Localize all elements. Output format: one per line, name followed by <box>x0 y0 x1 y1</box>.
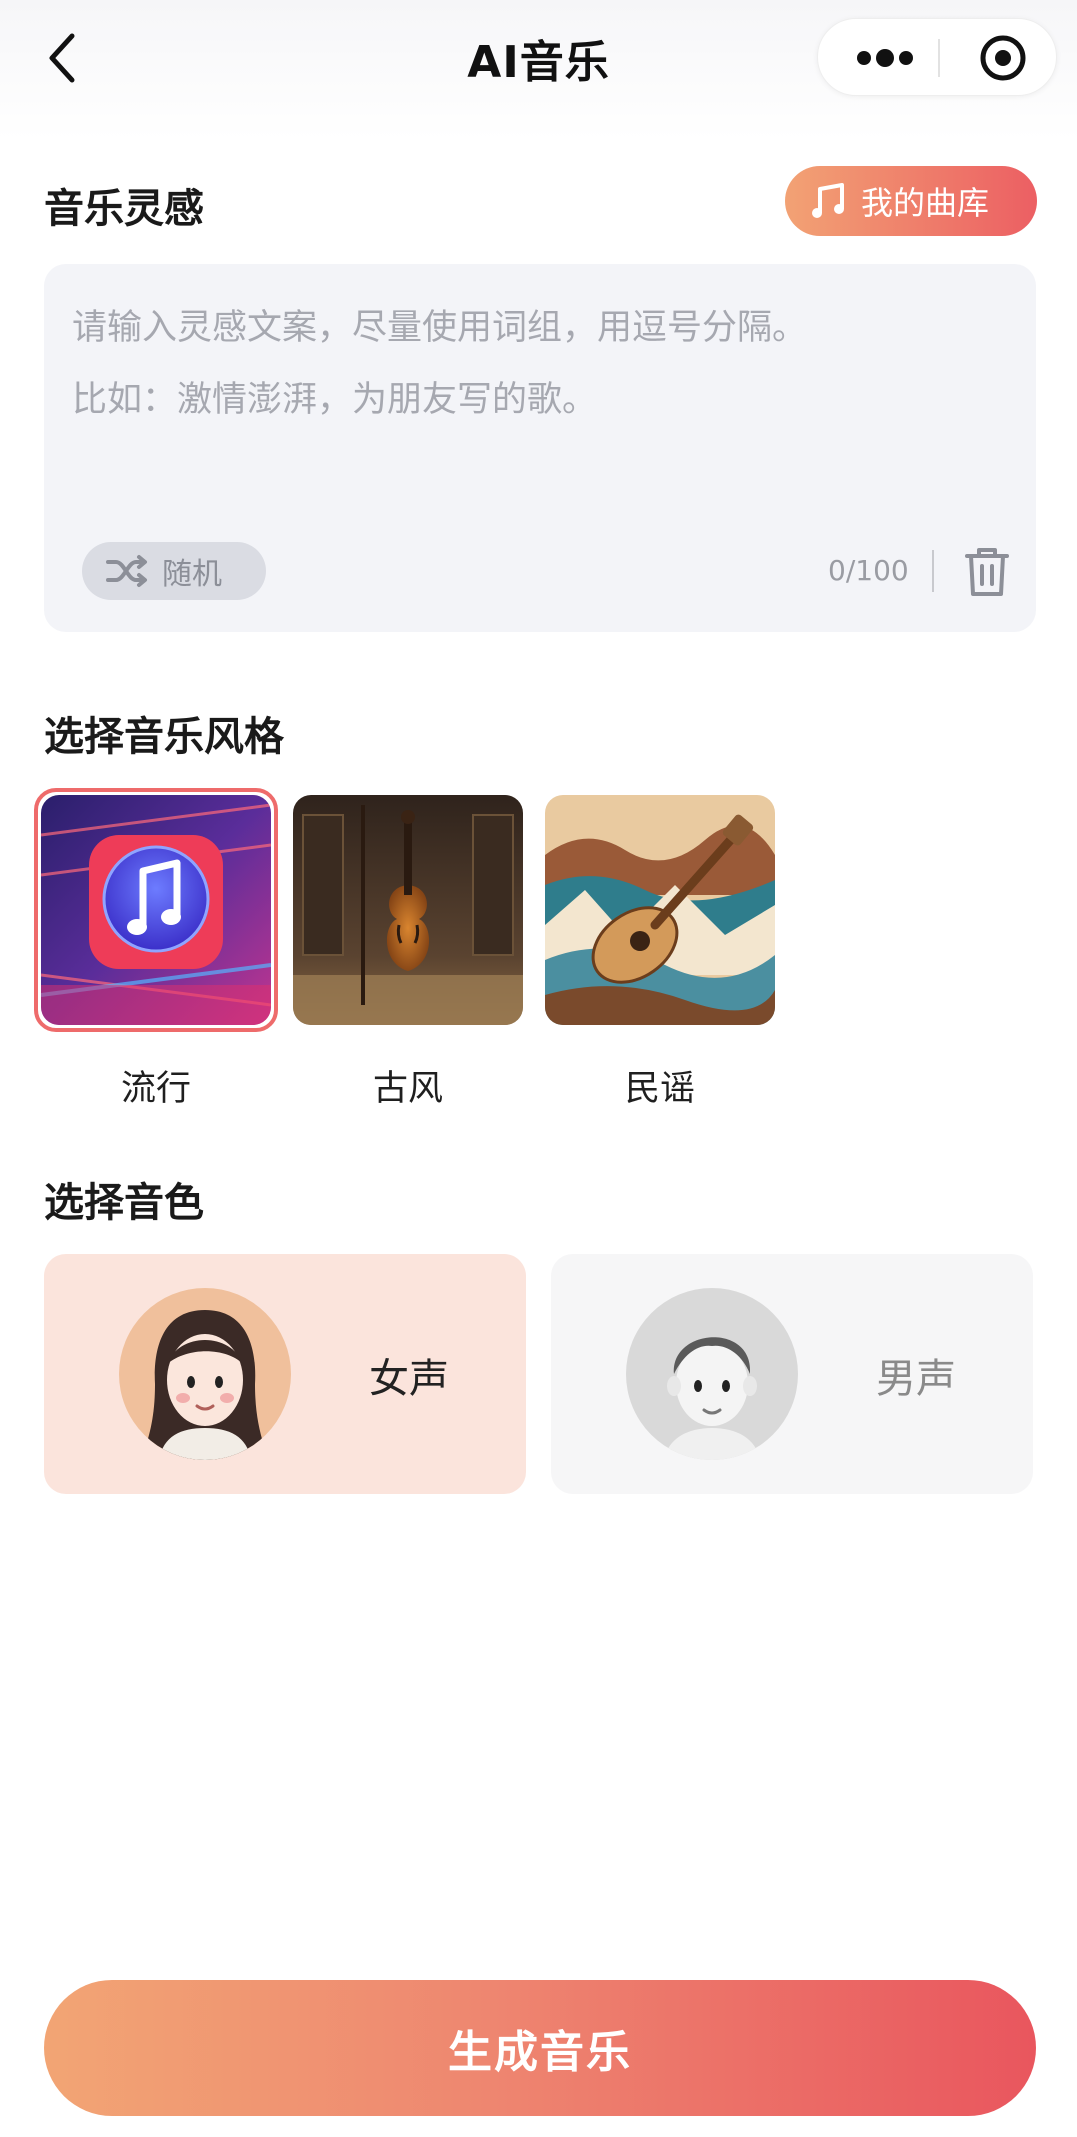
voice-option-female[interactable]: 女声 <box>44 1254 526 1494</box>
counter-divider <box>932 550 934 592</box>
ai-music-page: AI音乐 音乐灵感 我的曲库 请输入灵感文案，尽量使用词组，用逗号分隔。 比如：… <box>0 0 1077 2137</box>
generate-music-button[interactable]: 生成音乐 <box>44 1980 1036 2116</box>
style-option-folk[interactable] <box>540 790 780 1040</box>
inspiration-placeholder: 请输入灵感文案，尽量使用词组，用逗号分隔。 比如：激情澎湃，为朋友写的歌。 <box>72 292 1012 436</box>
placeholder-line-2: 比如：激情澎湃，为朋友写的歌。 <box>72 380 598 420</box>
voice-option-male[interactable]: 男声 <box>551 1254 1033 1494</box>
pop-style-image <box>41 795 271 1025</box>
style-option-ancient[interactable] <box>288 790 528 1040</box>
close-button[interactable] <box>958 19 1048 97</box>
style-label-ancient: 古风 <box>372 1069 443 1109</box>
my-library-label: 我的曲库 <box>861 184 990 222</box>
inspiration-input[interactable]: 请输入灵感文案，尽量使用词组，用逗号分隔。 比如：激情澎湃，为朋友写的歌。 随机… <box>44 264 1036 632</box>
clear-button[interactable] <box>959 544 1015 600</box>
inspiration-title: 音乐灵感 <box>44 186 204 232</box>
ancient-style-image <box>293 795 523 1025</box>
char-counter: 0/100 <box>828 554 909 587</box>
style-section-title: 选择音乐风格 <box>44 714 284 760</box>
shuffle-icon <box>106 555 147 587</box>
nav-bar: AI音乐 <box>0 0 1077 118</box>
random-button[interactable]: 随机 <box>82 542 266 600</box>
music-note-icon <box>812 183 844 218</box>
my-library-button[interactable]: 我的曲库 <box>785 166 1037 236</box>
capsule-divider <box>938 39 940 77</box>
random-label: 随机 <box>162 557 222 592</box>
trash-icon <box>965 548 1009 596</box>
more-dots-icon <box>857 49 913 67</box>
placeholder-line-1: 请输入灵感文案，尽量使用词组，用逗号分隔。 <box>72 308 808 348</box>
style-label-folk: 民谣 <box>624 1069 695 1109</box>
folk-style-image <box>545 795 775 1025</box>
male-avatar <box>626 1288 798 1460</box>
voice-label-male: 男声 <box>876 1356 956 1402</box>
female-avatar <box>119 1288 291 1460</box>
voice-label-female: 女声 <box>369 1356 449 1402</box>
style-label-pop: 流行 <box>120 1069 191 1109</box>
mini-program-capsule <box>817 18 1057 96</box>
more-button[interactable] <box>840 19 930 97</box>
target-close-icon <box>980 35 1026 81</box>
style-option-pop[interactable] <box>34 788 278 1040</box>
voice-section-title: 选择音色 <box>44 1180 204 1226</box>
